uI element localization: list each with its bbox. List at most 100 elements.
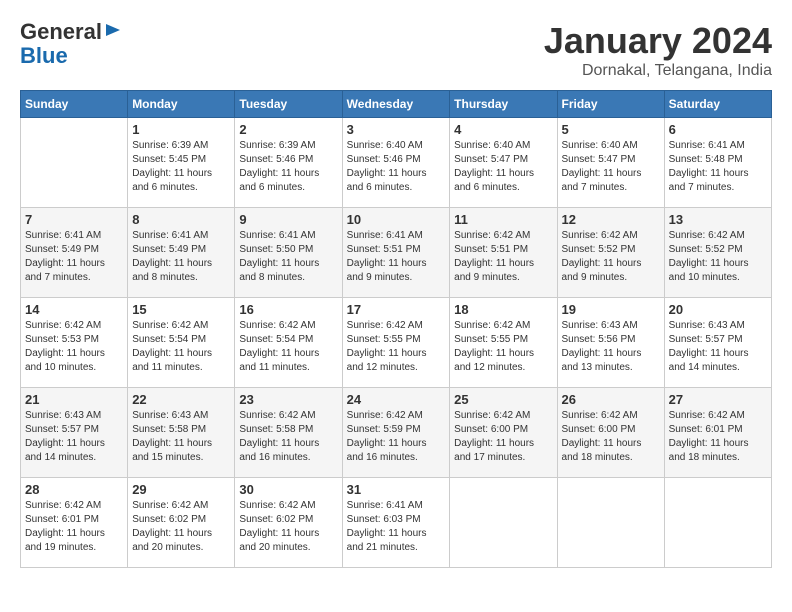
calendar-cell: 25 Sunrise: 6:42 AM Sunset: 6:00 PM Dayli… — [450, 388, 557, 478]
calendar-cell: 20 Sunrise: 6:43 AM Sunset: 5:57 PM Dayli… — [664, 298, 771, 388]
day-number: 25 — [454, 392, 552, 407]
day-number: 23 — [239, 392, 337, 407]
day-header-saturday: Saturday — [664, 91, 771, 118]
day-number: 21 — [25, 392, 123, 407]
day-info: Sunrise: 6:42 AM Sunset: 6:02 PM Dayligh… — [239, 499, 337, 555]
calendar-cell: 10 Sunrise: 6:41 AM Sunset: 5:51 PM Dayli… — [342, 208, 450, 298]
day-number: 18 — [454, 302, 552, 317]
calendar-cell — [664, 478, 771, 568]
day-info: Sunrise: 6:43 AM Sunset: 5:56 PM Dayligh… — [562, 319, 660, 375]
title-area: January 2024 Dornakal, Telangana, India — [544, 20, 772, 80]
day-number: 19 — [562, 302, 660, 317]
day-info: Sunrise: 6:42 AM Sunset: 5:51 PM Dayligh… — [454, 229, 552, 285]
day-number: 28 — [25, 482, 123, 497]
day-number: 11 — [454, 212, 552, 227]
logo-blue-text: Blue — [20, 43, 68, 68]
week-row-1: 1Sunrise: 6:39 AM Sunset: 5:45 PM Daylig… — [21, 118, 772, 208]
day-info: Sunrise: 6:42 AM Sunset: 6:01 PM Dayligh… — [669, 409, 767, 465]
day-info: Sunrise: 6:42 AM Sunset: 5:54 PM Dayligh… — [132, 319, 230, 375]
day-info: Sunrise: 6:41 AM Sunset: 5:50 PM Dayligh… — [239, 229, 337, 285]
day-info: Sunrise: 6:42 AM Sunset: 5:52 PM Dayligh… — [562, 229, 660, 285]
day-info: Sunrise: 6:40 AM Sunset: 5:46 PM Dayligh… — [347, 139, 446, 195]
logo: General Blue — [20, 20, 122, 68]
calendar-cell: 30 Sunrise: 6:42 AM Sunset: 6:02 PM Dayli… — [235, 478, 342, 568]
day-info: Sunrise: 6:42 AM Sunset: 6:02 PM Dayligh… — [132, 499, 230, 555]
calendar-cell: 12 Sunrise: 6:42 AM Sunset: 5:52 PM Dayli… — [557, 208, 664, 298]
month-title: January 2024 — [544, 20, 772, 62]
day-info: Sunrise: 6:42 AM Sunset: 5:53 PM Dayligh… — [25, 319, 123, 375]
day-number: 4 — [454, 122, 552, 137]
calendar-cell: 5 Sunrise: 6:40 AM Sunset: 5:47 PM Daylig… — [557, 118, 664, 208]
day-number: 15 — [132, 302, 230, 317]
day-header-wednesday: Wednesday — [342, 91, 450, 118]
day-number: 27 — [669, 392, 767, 407]
day-number: 3 — [347, 122, 446, 137]
week-row-5: 28 Sunrise: 6:42 AM Sunset: 6:01 PM Dayli… — [21, 478, 772, 568]
day-number: 26 — [562, 392, 660, 407]
calendar-cell: 6Sunrise: 6:41 AM Sunset: 5:48 PM Daylig… — [664, 118, 771, 208]
calendar-cell: 18 Sunrise: 6:42 AM Sunset: 5:55 PM Dayli… — [450, 298, 557, 388]
calendar-cell: 3 Sunrise: 6:40 AM Sunset: 5:46 PM Daylig… — [342, 118, 450, 208]
day-number: 7 — [25, 212, 123, 227]
day-info: Sunrise: 6:43 AM Sunset: 5:57 PM Dayligh… — [669, 319, 767, 375]
day-info: Sunrise: 6:42 AM Sunset: 5:58 PM Dayligh… — [239, 409, 337, 465]
calendar-cell: 8 Sunrise: 6:41 AM Sunset: 5:49 PM Daylig… — [128, 208, 235, 298]
calendar-cell: 11 Sunrise: 6:42 AM Sunset: 5:51 PM Dayli… — [450, 208, 557, 298]
day-info: Sunrise: 6:43 AM Sunset: 5:58 PM Dayligh… — [132, 409, 230, 465]
calendar-cell: 26 Sunrise: 6:42 AM Sunset: 6:00 PM Dayli… — [557, 388, 664, 478]
calendar-cell: 4 Sunrise: 6:40 AM Sunset: 5:47 PM Daylig… — [450, 118, 557, 208]
day-number: 17 — [347, 302, 446, 317]
calendar-cell: 9 Sunrise: 6:41 AM Sunset: 5:50 PM Daylig… — [235, 208, 342, 298]
day-info: Sunrise: 6:41 AM Sunset: 5:51 PM Dayligh… — [347, 229, 446, 285]
week-row-2: 7 Sunrise: 6:41 AM Sunset: 5:49 PM Daylig… — [21, 208, 772, 298]
day-info: Sunrise: 6:40 AM Sunset: 5:47 PM Dayligh… — [562, 139, 660, 195]
calendar-cell: 15 Sunrise: 6:42 AM Sunset: 5:54 PM Dayli… — [128, 298, 235, 388]
day-info: Sunrise: 6:43 AM Sunset: 5:57 PM Dayligh… — [25, 409, 123, 465]
day-info: Sunrise: 6:42 AM Sunset: 6:01 PM Dayligh… — [25, 499, 123, 555]
calendar-cell — [450, 478, 557, 568]
calendar-cell: 7 Sunrise: 6:41 AM Sunset: 5:49 PM Daylig… — [21, 208, 128, 298]
week-row-3: 14 Sunrise: 6:42 AM Sunset: 5:53 PM Dayli… — [21, 298, 772, 388]
day-info: Sunrise: 6:41 AM Sunset: 5:49 PM Dayligh… — [132, 229, 230, 285]
day-number: 30 — [239, 482, 337, 497]
calendar-cell: 21 Sunrise: 6:43 AM Sunset: 5:57 PM Dayli… — [21, 388, 128, 478]
day-info: Sunrise: 6:40 AM Sunset: 5:47 PM Dayligh… — [454, 139, 552, 195]
day-info: Sunrise: 6:39 AM Sunset: 5:46 PM Dayligh… — [239, 139, 337, 195]
calendar-cell: 19 Sunrise: 6:43 AM Sunset: 5:56 PM Dayli… — [557, 298, 664, 388]
day-number: 31 — [347, 482, 446, 497]
day-number: 29 — [132, 482, 230, 497]
calendar-cell: 14 Sunrise: 6:42 AM Sunset: 5:53 PM Dayli… — [21, 298, 128, 388]
day-info: Sunrise: 6:41 AM Sunset: 5:49 PM Dayligh… — [25, 229, 123, 285]
day-info: Sunrise: 6:42 AM Sunset: 5:52 PM Dayligh… — [669, 229, 767, 285]
day-number: 8 — [132, 212, 230, 227]
calendar-cell — [557, 478, 664, 568]
calendar-cell: 28 Sunrise: 6:42 AM Sunset: 6:01 PM Dayli… — [21, 478, 128, 568]
day-info: Sunrise: 6:42 AM Sunset: 5:54 PM Dayligh… — [239, 319, 337, 375]
day-number: 12 — [562, 212, 660, 227]
day-info: Sunrise: 6:42 AM Sunset: 5:59 PM Dayligh… — [347, 409, 446, 465]
calendar-cell: 23 Sunrise: 6:42 AM Sunset: 5:58 PM Dayli… — [235, 388, 342, 478]
calendar-cell: 2 Sunrise: 6:39 AM Sunset: 5:46 PM Daylig… — [235, 118, 342, 208]
day-header-thursday: Thursday — [450, 91, 557, 118]
week-row-4: 21 Sunrise: 6:43 AM Sunset: 5:57 PM Dayli… — [21, 388, 772, 478]
day-header-tuesday: Tuesday — [235, 91, 342, 118]
day-info: Sunrise: 6:42 AM Sunset: 6:00 PM Dayligh… — [562, 409, 660, 465]
calendar-cell: 16Sunrise: 6:42 AM Sunset: 5:54 PM Dayli… — [235, 298, 342, 388]
day-number: 13 — [669, 212, 767, 227]
day-number: 9 — [239, 212, 337, 227]
day-headers-row: SundayMondayTuesdayWednesdayThursdayFrid… — [21, 91, 772, 118]
calendar-table: SundayMondayTuesdayWednesdayThursdayFrid… — [20, 90, 772, 568]
day-number: 22 — [132, 392, 230, 407]
page-header: General Blue January 2024 Dornakal, Tela… — [20, 20, 772, 80]
day-number: 20 — [669, 302, 767, 317]
day-info: Sunrise: 6:42 AM Sunset: 5:55 PM Dayligh… — [454, 319, 552, 375]
day-number: 10 — [347, 212, 446, 227]
calendar-cell: 13 Sunrise: 6:42 AM Sunset: 5:52 PM Dayli… — [664, 208, 771, 298]
day-info: Sunrise: 6:42 AM Sunset: 6:00 PM Dayligh… — [454, 409, 552, 465]
day-number: 2 — [239, 122, 337, 137]
location: Dornakal, Telangana, India — [544, 62, 772, 80]
logo-arrow-icon — [104, 21, 122, 39]
day-number: 5 — [562, 122, 660, 137]
calendar-cell — [21, 118, 128, 208]
day-number: 14 — [25, 302, 123, 317]
